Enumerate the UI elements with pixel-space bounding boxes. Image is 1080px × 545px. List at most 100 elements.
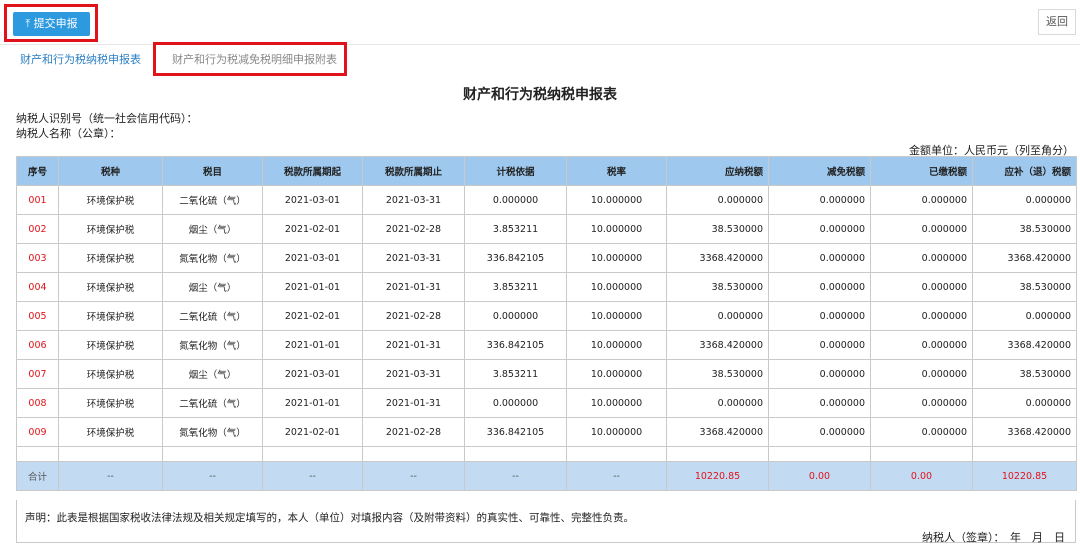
col-header: 减免税额 bbox=[768, 156, 871, 186]
empty-cell bbox=[58, 446, 163, 462]
table-row: 003 环境保护税 氮氧化物（气） 2021-03-01 2021-03-31 336.8… bbox=[16, 243, 1077, 273]
col-header: 税款所属期起 bbox=[262, 156, 363, 186]
empty-cell bbox=[870, 446, 973, 462]
table-cell: 二氧化硫（气） bbox=[162, 185, 263, 215]
table-cell: 2021-02-28 bbox=[362, 417, 465, 447]
table-cell: 3368.420000 bbox=[666, 330, 769, 360]
table-cell: 0.000000 bbox=[768, 185, 871, 215]
table-cell: 3368.420000 bbox=[972, 330, 1077, 360]
table-cell: 336.842105 bbox=[464, 417, 567, 447]
table-cell: 0.000000 bbox=[870, 272, 973, 302]
table-cell: 3368.420000 bbox=[972, 417, 1077, 447]
table-cell: 0.000000 bbox=[870, 185, 973, 215]
upload-icon: ⤒ bbox=[25, 17, 34, 30]
table-cell: 10.000000 bbox=[566, 243, 667, 273]
table-row: 007 环境保护税 烟尘（气） 2021-03-01 2021-03-31 3.85321… bbox=[16, 359, 1077, 389]
table-cell: 10.000000 bbox=[566, 330, 667, 360]
table-cell: 0.000000 bbox=[768, 330, 871, 360]
table-row: 005 环境保护税 二氧化硫（气） 2021-02-01 2021-02-28 0.000… bbox=[16, 301, 1077, 331]
table-cell: 0.000000 bbox=[972, 185, 1077, 215]
empty-cell bbox=[768, 446, 871, 462]
empty-cell bbox=[566, 446, 667, 462]
empty-cell bbox=[972, 446, 1077, 462]
table-cell: 2021-01-01 bbox=[262, 388, 363, 418]
col-header: 税种 bbox=[58, 156, 163, 186]
table-cell: 0.000000 bbox=[870, 388, 973, 418]
table-cell: 烟尘（气） bbox=[162, 272, 263, 302]
table-cell: 环境保护税 bbox=[58, 272, 163, 302]
tab-bar: 财产和行为税纳税申报表 财产和行为税减免税明细申报附表 bbox=[0, 42, 1080, 76]
table-cell: 10.000000 bbox=[566, 214, 667, 244]
tab-reduction-attachment[interactable]: 财产和行为税减免税明细申报附表 bbox=[172, 51, 337, 67]
total-cell: 0.00 bbox=[768, 461, 871, 491]
table-cell: 10.000000 bbox=[566, 185, 667, 215]
table-cell: 二氧化硫（气） bbox=[162, 388, 263, 418]
table-cell: 2021-02-28 bbox=[362, 301, 465, 331]
row-number: 008 bbox=[16, 388, 59, 418]
table-cell: 环境保护税 bbox=[58, 359, 163, 389]
row-number: 002 bbox=[16, 214, 59, 244]
statement-text: 声明：此表是根据国家税收法律法规及相关规定填写的，本人（单位）对填报内容（及附带… bbox=[25, 512, 634, 524]
submit-button[interactable]: ⤒ 提交申报 bbox=[13, 12, 90, 36]
table-cell: 336.842105 bbox=[464, 330, 567, 360]
table-cell: 38.530000 bbox=[666, 214, 769, 244]
table-cell: 2021-02-01 bbox=[262, 214, 363, 244]
row-number: 004 bbox=[16, 272, 59, 302]
table-cell: 0.000000 bbox=[972, 301, 1077, 331]
total-cell: -- bbox=[162, 461, 263, 491]
col-header: 计税依据 bbox=[464, 156, 567, 186]
table-cell: 0.000000 bbox=[464, 185, 567, 215]
row-number: 003 bbox=[16, 243, 59, 273]
total-cell: -- bbox=[362, 461, 465, 491]
table-row: 009 环境保护税 氮氧化物（气） 2021-02-01 2021-02-28 336.8… bbox=[16, 417, 1077, 447]
empty-row bbox=[16, 446, 1077, 462]
table-cell: 2021-03-31 bbox=[362, 359, 465, 389]
table-cell: 2021-01-31 bbox=[362, 330, 465, 360]
table-cell: 氮氧化物（气） bbox=[162, 330, 263, 360]
table-cell: 氮氧化物（气） bbox=[162, 243, 263, 273]
table-cell: 0.000000 bbox=[464, 301, 567, 331]
empty-cell bbox=[16, 446, 59, 462]
empty-cell bbox=[464, 446, 567, 462]
table-row: 008 环境保护税 二氧化硫（气） 2021-01-01 2021-01-31 0.000… bbox=[16, 388, 1077, 418]
page-title: 财产和行为税纳税申报表 bbox=[463, 87, 617, 103]
table-cell: 10.000000 bbox=[566, 272, 667, 302]
table-cell: 环境保护税 bbox=[58, 330, 163, 360]
table-cell: 0.000000 bbox=[768, 359, 871, 389]
empty-cell bbox=[262, 446, 363, 462]
table-cell: 0.000000 bbox=[768, 417, 871, 447]
total-cell: -- bbox=[566, 461, 667, 491]
table-cell: 336.842105 bbox=[464, 243, 567, 273]
table-cell: 环境保护税 bbox=[58, 417, 163, 447]
table-cell: 3368.420000 bbox=[972, 243, 1077, 273]
table-cell: 38.530000 bbox=[972, 272, 1077, 302]
empty-cell bbox=[162, 446, 263, 462]
top-toolbar: ⤒ 提交申报 返回 bbox=[0, 0, 1080, 45]
table-cell: 0.000000 bbox=[768, 214, 871, 244]
table-cell: 2021-02-01 bbox=[262, 417, 363, 447]
table-cell: 二氧化硫（气） bbox=[162, 301, 263, 331]
table-cell: 0.000000 bbox=[870, 214, 973, 244]
col-header: 应纳税额 bbox=[666, 156, 769, 186]
table-cell: 2021-01-31 bbox=[362, 272, 465, 302]
col-header: 税款所属期止 bbox=[362, 156, 465, 186]
table-cell: 环境保护税 bbox=[58, 185, 163, 215]
total-cell: -- bbox=[262, 461, 363, 491]
table-cell: 3.853211 bbox=[464, 214, 567, 244]
table-row: 002 环境保护税 烟尘（气） 2021-02-01 2021-02-28 3.85321… bbox=[16, 214, 1077, 244]
tab-main-declaration[interactable]: 财产和行为税纳税申报表 bbox=[20, 51, 141, 67]
table-cell: 2021-02-28 bbox=[362, 214, 465, 244]
table-cell: 38.530000 bbox=[666, 359, 769, 389]
table-cell: 2021-01-01 bbox=[262, 272, 363, 302]
table-cell: 0.000000 bbox=[768, 301, 871, 331]
col-header: 序号 bbox=[16, 156, 59, 186]
return-button[interactable]: 返回 bbox=[1038, 9, 1076, 35]
table-cell: 0.000000 bbox=[972, 388, 1077, 418]
table-row: 001 环境保护税 二氧化硫（气） 2021-03-01 2021-03-31 0.000… bbox=[16, 185, 1077, 215]
total-label: 合计 bbox=[16, 461, 59, 491]
total-cell: -- bbox=[464, 461, 567, 491]
table-cell: 10.000000 bbox=[566, 359, 667, 389]
table-cell: 3368.420000 bbox=[666, 417, 769, 447]
table-cell: 0.000000 bbox=[768, 243, 871, 273]
submit-label: 提交申报 bbox=[33, 17, 78, 30]
